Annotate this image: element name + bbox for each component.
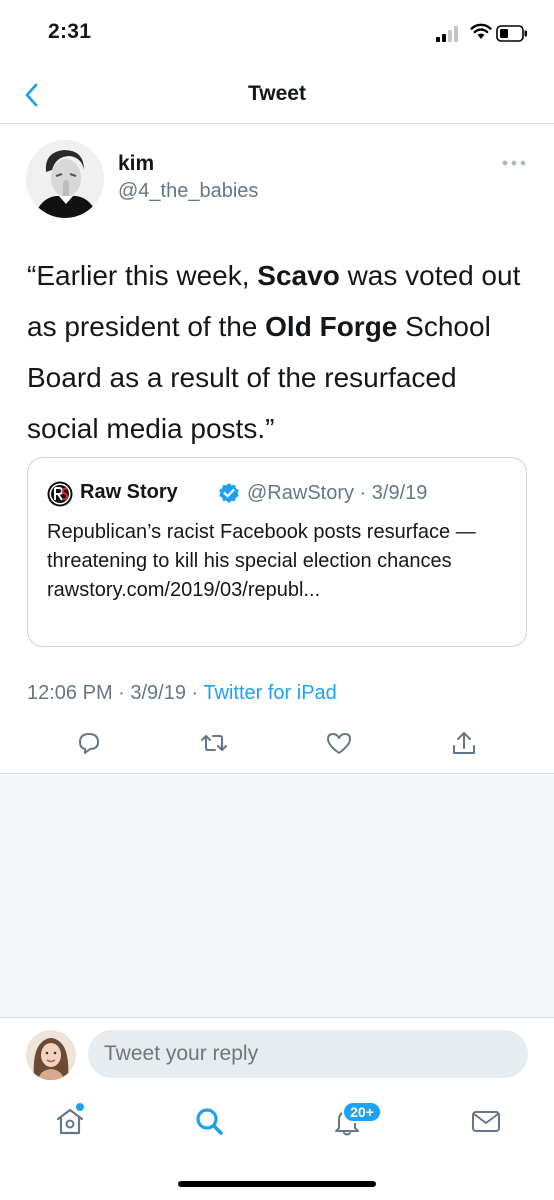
wifi-icon	[470, 23, 492, 39]
quoted-tweet-text: Republican’s racist Facebook posts resur…	[47, 521, 476, 601]
status-bar: 2:31	[0, 0, 554, 62]
home-indicator	[178, 1181, 376, 1187]
author-name[interactable]: kim	[118, 152, 154, 176]
search-tab-icon[interactable]	[193, 1105, 225, 1137]
quoted-tweet-card[interactable]: Raw Story @RawStory · 3/9/19 Republican’…	[27, 457, 527, 647]
battery-icon	[496, 25, 527, 42]
status-time: 2:31	[48, 20, 92, 43]
timestamp-text: 12:06 PM · 3/9/19 ·	[27, 682, 204, 704]
cellular-signal-icon	[436, 26, 462, 42]
navigation-header: Tweet	[0, 62, 554, 124]
raw-story-logo-icon	[47, 481, 73, 507]
like-heart-icon[interactable]	[324, 728, 354, 758]
page-title: Tweet	[248, 82, 306, 105]
tweet-text-part: “Earlier this week,	[27, 260, 258, 291]
quoted-author-name: Raw Story	[80, 481, 178, 503]
replies-empty-area	[0, 775, 554, 1017]
retweet-icon[interactable]	[199, 728, 229, 758]
more-options-icon[interactable]	[500, 156, 528, 170]
tweet-timestamp: 12:06 PM · 3/9/19 · Twitter for iPad	[27, 682, 337, 705]
share-icon[interactable]	[449, 728, 479, 758]
notifications-count-badge: 20+	[342, 1101, 382, 1123]
author-avatar[interactable]	[26, 140, 104, 218]
verified-badge-icon	[219, 483, 239, 503]
reply-input[interactable]	[88, 1030, 528, 1078]
tweet-detail-screen: 2:31 Tweet kim @4_the_babies “Earlier th…	[0, 0, 554, 1200]
tweet-detail: kim @4_the_babies “Earlier this week, Sc…	[0, 124, 554, 774]
tweet-text-bold: Old Forge	[265, 311, 398, 342]
reply-composer-bar	[0, 1017, 554, 1091]
author-handle[interactable]: @4_the_babies	[118, 180, 258, 203]
user-avatar[interactable]	[26, 1030, 76, 1080]
tweet-text: “Earlier this week, Scavo was voted out …	[27, 250, 527, 454]
reply-icon[interactable]	[74, 728, 104, 758]
home-new-content-dot	[76, 1103, 84, 1111]
messages-tab-icon[interactable]	[470, 1105, 502, 1137]
tweet-source-link[interactable]: Twitter for iPad	[203, 682, 336, 704]
tweet-text-bold: Scavo	[257, 260, 340, 291]
tweet-actions	[0, 722, 554, 772]
quoted-tweet-meta: @RawStory · 3/9/19	[247, 482, 428, 504]
